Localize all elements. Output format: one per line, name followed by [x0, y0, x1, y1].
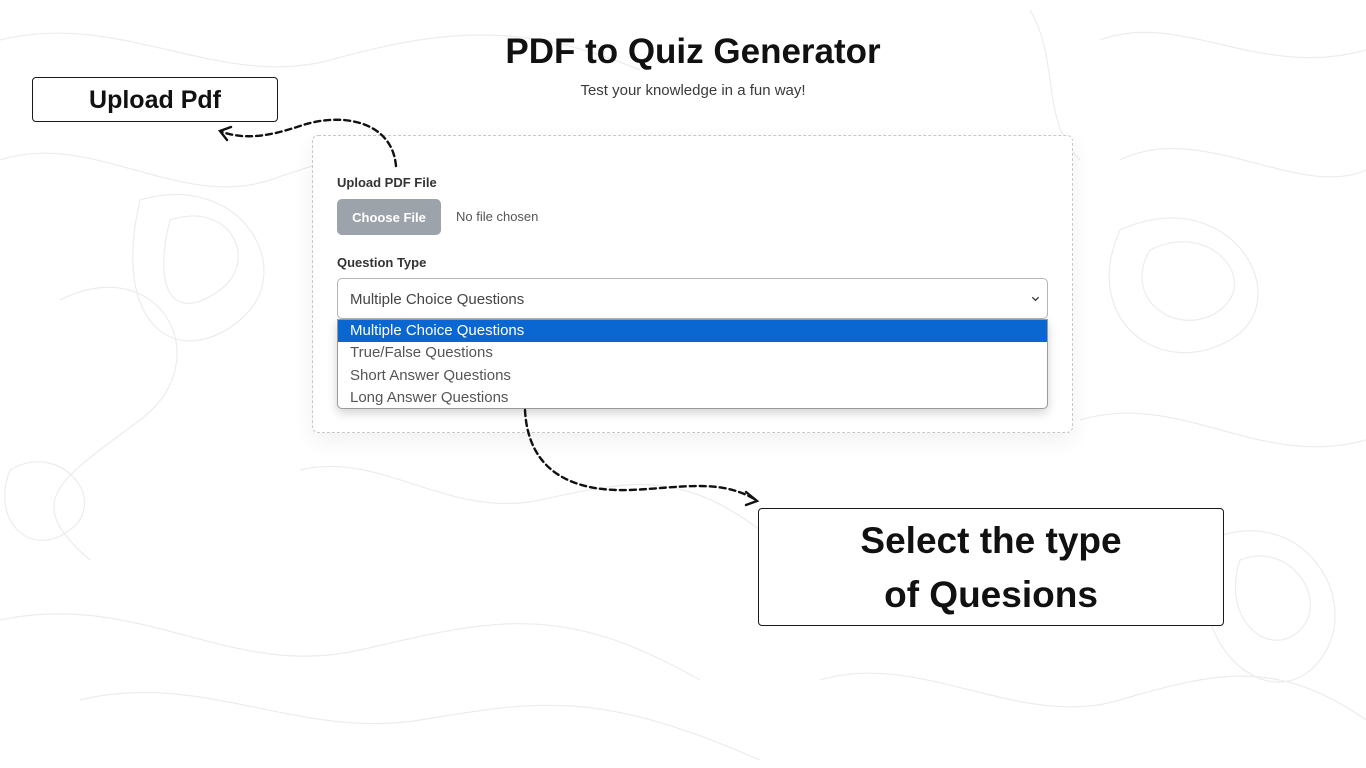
dropdown-option-short-answer[interactable]: Short Answer Questions [338, 365, 1047, 387]
dropdown-option-true-false[interactable]: True/False Questions [338, 342, 1047, 364]
dropdown-option-long-answer[interactable]: Long Answer Questions [338, 387, 1047, 408]
upload-pdf-label: Upload PDF File [337, 175, 437, 190]
select-type-callout-line-2: of Quesions [884, 574, 1098, 615]
select-type-callout: Select the type of Quesions [758, 508, 1224, 626]
select-type-callout-line-1: Select the type [860, 520, 1122, 561]
file-status-text: No file chosen [456, 209, 539, 224]
select-arrowhead-icon [744, 490, 760, 507]
question-type-select[interactable]: Multiple Choice Questions [337, 278, 1048, 319]
dropdown-option-multiple-choice[interactable]: Multiple Choice Questions [338, 320, 1047, 343]
question-type-label: Question Type [337, 255, 427, 270]
upload-pdf-callout: Upload Pdf [32, 77, 278, 122]
choose-file-button[interactable]: Choose File [337, 199, 441, 235]
upload-arrowhead-icon [218, 125, 233, 142]
chevron-down-icon [1031, 296, 1040, 302]
question-type-selected-value: Multiple Choice Questions [350, 291, 525, 308]
question-type-dropdown-list: Multiple Choice Questions True/False Que… [337, 319, 1048, 409]
page-title: PDF to Quiz Generator [505, 32, 881, 71]
